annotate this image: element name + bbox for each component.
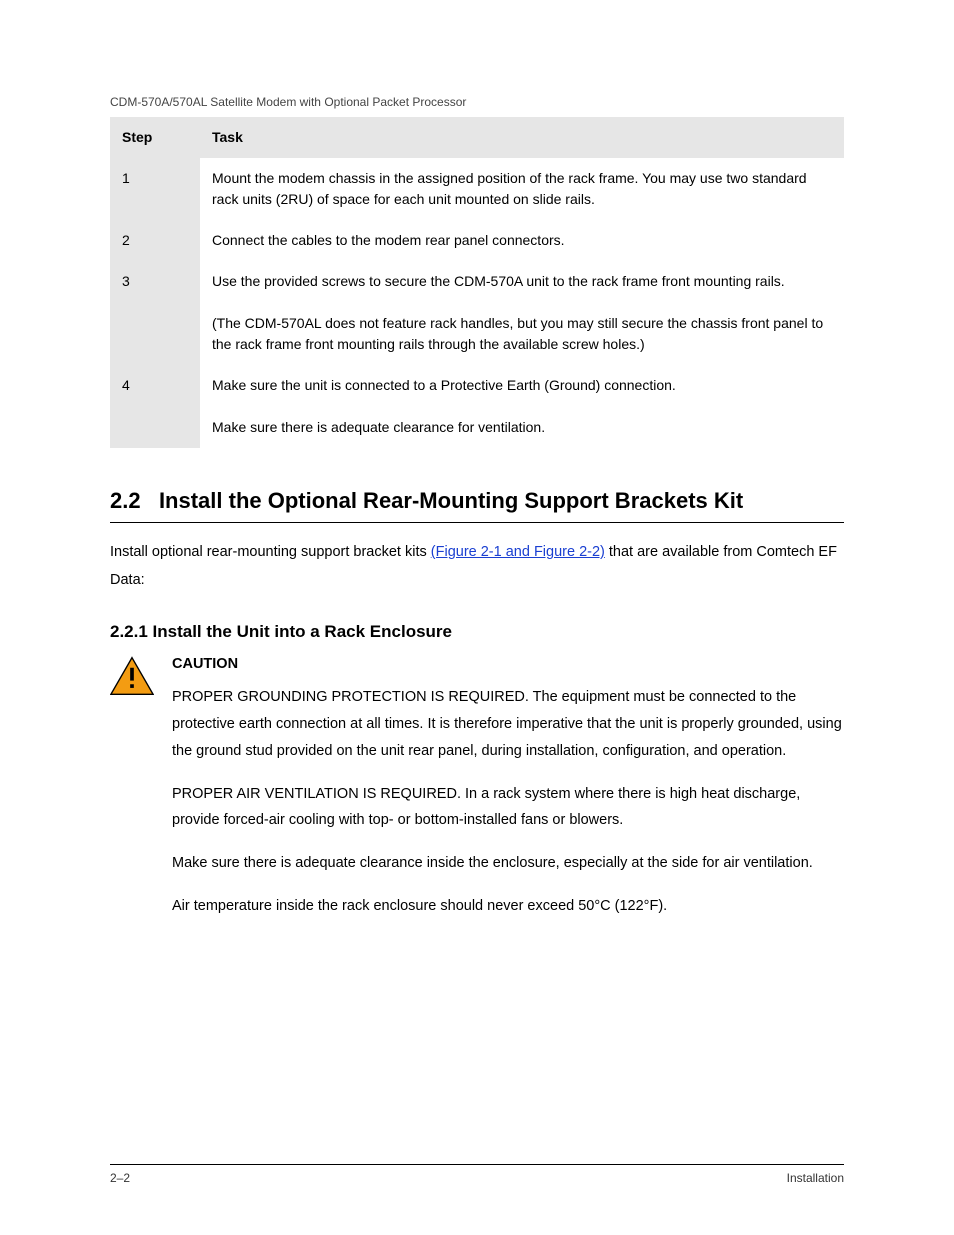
table-row: 2 Connect the cables to the modem rear p… [110, 220, 844, 261]
caution-paragraph: PROPER GROUNDING PROTECTION IS REQUIRED.… [172, 684, 844, 764]
header-breadcrumb: CDM-570A/570AL Satellite Modem with Opti… [110, 95, 844, 109]
caution-paragraph: Air temperature inside the rack enclosur… [172, 893, 844, 920]
section-heading: 2.2 Install the Optional Rear-Mounting S… [110, 488, 844, 514]
caution-label: CAUTION [172, 656, 844, 672]
cell-step: 3 [110, 261, 200, 365]
caution-paragraph: PROPER AIR VENTILATION IS REQUIRED. In a… [172, 781, 844, 835]
subsection-heading: 2.2.1 Install the Unit into a Rack Enclo… [110, 622, 844, 642]
cell-task: Mount the modem chassis in the assigned … [200, 158, 844, 220]
caution-body: CAUTION PROPER GROUNDING PROTECTION IS R… [172, 656, 844, 936]
cell-task: Use the provided screws to secure the CD… [200, 261, 844, 365]
page: CDM-570A/570AL Satellite Modem with Opti… [0, 0, 954, 1235]
table-row: 4 Make sure the unit is connected to a P… [110, 365, 844, 448]
cell-step: 2 [110, 220, 200, 261]
section-number: 2.2 [110, 488, 141, 513]
table-header-row: Step Task [110, 117, 844, 158]
caution-icon [110, 656, 154, 936]
cell-step: 4 [110, 365, 200, 448]
table-row: 1 Mount the modem chassis in the assigne… [110, 158, 844, 220]
caution-block: CAUTION PROPER GROUNDING PROTECTION IS R… [110, 656, 844, 936]
footer-rule [110, 1164, 844, 1165]
section-intro: Install optional rear-mounting support b… [110, 539, 844, 594]
caution-paragraph: Make sure there is adequate clearance in… [172, 850, 844, 877]
cell-task: Make sure the unit is connected to a Pro… [200, 365, 844, 448]
section-rule [110, 522, 844, 523]
intro-text: Install optional rear-mounting support b… [110, 544, 431, 560]
col-task: Task [200, 117, 844, 158]
footer-section: Installation [787, 1171, 844, 1185]
steps-table: Step Task 1 Mount the modem chassis in t… [110, 117, 844, 448]
col-step: Step [110, 117, 200, 158]
footer-page-number: 2–2 [110, 1171, 130, 1185]
table-row: 3 Use the provided screws to secure the … [110, 261, 844, 365]
section-title-text: Install the Optional Rear-Mounting Suppo… [159, 488, 743, 513]
figure-link[interactable]: (Figure 2-1 and Figure 2-2) [431, 544, 605, 560]
cell-step: 1 [110, 158, 200, 220]
cell-task: Connect the cables to the modem rear pan… [200, 220, 844, 261]
page-footer: 2–2 Installation [110, 1164, 844, 1185]
